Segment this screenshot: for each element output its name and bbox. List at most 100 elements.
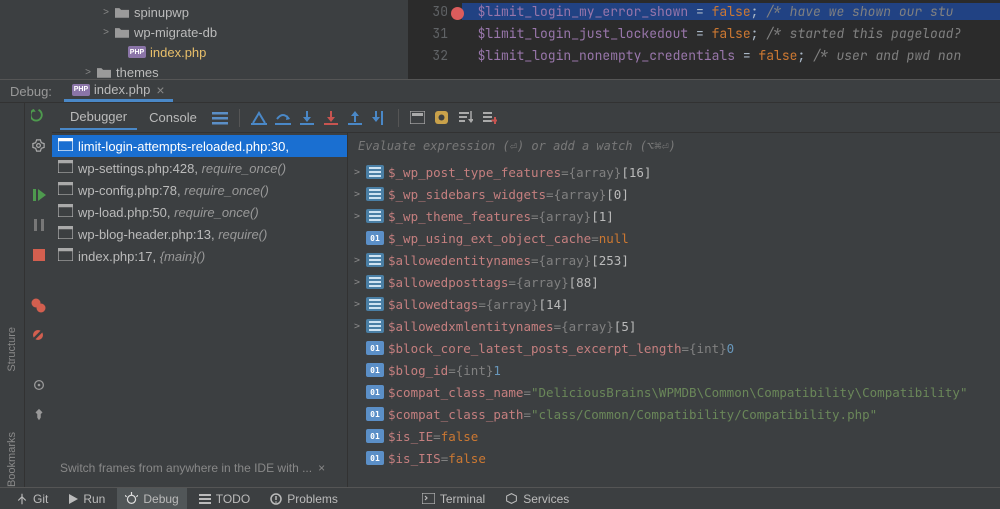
- variable-row[interactable]: >$allowedtags = {array} [14]: [348, 293, 1000, 315]
- bookmarks-tool-button[interactable]: Bookmarks: [6, 432, 18, 487]
- var-name: $compat_class_path: [388, 407, 523, 422]
- close-icon[interactable]: ×: [156, 82, 164, 98]
- evaluate-expression-icon[interactable]: [407, 107, 429, 129]
- chevron-icon[interactable]: >: [354, 321, 366, 332]
- stack-frame[interactable]: wp-config.php:78, require_once(): [52, 179, 347, 201]
- step-out-icon[interactable]: [344, 107, 366, 129]
- chevron-icon[interactable]: >: [354, 211, 366, 222]
- rerun-icon[interactable]: [31, 107, 47, 123]
- mute-breakpoints-icon[interactable]: [31, 327, 47, 343]
- debug-tool-window-header: Debug: PHP index.php ×: [0, 79, 1000, 103]
- pause-icon[interactable]: [31, 217, 47, 233]
- variables-panel[interactable]: Evaluate expression (⏎) or add a watch (…: [347, 133, 1000, 487]
- debug-label: Debug:: [10, 84, 52, 99]
- step-over-icon[interactable]: [272, 107, 294, 129]
- chevron-icon[interactable]: >: [354, 299, 366, 310]
- services-tool-button[interactable]: Services: [497, 488, 577, 509]
- stack-frame[interactable]: limit-login-attempts-reloaded.php:30,: [52, 135, 347, 157]
- frame-icon: [58, 204, 74, 220]
- terminal-tool-button[interactable]: Terminal: [414, 488, 493, 509]
- force-step-into-icon[interactable]: [320, 107, 342, 129]
- variable-row[interactable]: >$_wp_theme_features = {array} [1]: [348, 205, 1000, 227]
- code-line[interactable]: 30 $limit_login_my_error_shown = false; …: [408, 0, 1000, 22]
- code-line[interactable]: 32 $limit_login_nonempty_credentials = f…: [408, 44, 1000, 66]
- run-tool-button[interactable]: Run: [60, 488, 113, 509]
- var-value: [88]: [569, 275, 599, 290]
- step-into-icon[interactable]: [296, 107, 318, 129]
- stack-frame[interactable]: wp-blog-header.php:13, require(): [52, 223, 347, 245]
- tree-item[interactable]: >wp-migrate-db: [0, 22, 408, 42]
- add-watch-icon[interactable]: [479, 107, 501, 129]
- resume-icon[interactable]: [31, 187, 47, 203]
- tab-console[interactable]: Console: [139, 106, 207, 129]
- problems-tool-button[interactable]: Problems: [262, 488, 346, 509]
- trace-icon[interactable]: [431, 107, 453, 129]
- var-eq: =: [441, 451, 449, 466]
- show-execution-point-icon[interactable]: [248, 107, 270, 129]
- code-line[interactable]: 31 $limit_login_just_lockedout = false; …: [408, 22, 1000, 44]
- chevron-icon[interactable]: >: [354, 277, 366, 288]
- variable-row[interactable]: >$_wp_post_type_features = {array} [16]: [348, 161, 1000, 183]
- chevron-icon[interactable]: [354, 343, 366, 354]
- line-number[interactable]: 32: [408, 47, 462, 64]
- chevron-icon[interactable]: [354, 409, 366, 420]
- chevron-icon[interactable]: [354, 365, 366, 376]
- frame-icon: [58, 182, 74, 198]
- view-breakpoints-icon[interactable]: [31, 297, 47, 313]
- var-value: 1: [493, 363, 501, 378]
- variable-row[interactable]: >$allowedxmlentitynames = {array} [5]: [348, 315, 1000, 337]
- var-name: $allowedtags: [388, 297, 478, 312]
- chevron-icon[interactable]: >: [100, 27, 112, 38]
- breakpoint-icon[interactable]: [451, 7, 464, 20]
- run-to-cursor-icon[interactable]: [368, 107, 390, 129]
- variable-row[interactable]: >$allowedposttags = {array} [88]: [348, 271, 1000, 293]
- debug-tool-button[interactable]: Debug: [117, 488, 186, 509]
- variable-row[interactable]: 01$block_core_latest_posts_excerpt_lengt…: [348, 337, 1000, 359]
- variable-row[interactable]: 01$is_IE = false: [348, 425, 1000, 447]
- stack-frame[interactable]: index.php:17, {main}(): [52, 245, 347, 267]
- debug-config-tab[interactable]: PHP index.php ×: [64, 80, 173, 102]
- variable-row[interactable]: 01$is_IIS = false: [348, 447, 1000, 469]
- variable-row[interactable]: >$_wp_sidebars_widgets = {array} [0]: [348, 183, 1000, 205]
- chevron-icon[interactable]: >: [354, 255, 366, 266]
- variable-row[interactable]: 01$compat_class_name = "DeliciousBrains\…: [348, 381, 1000, 403]
- settings-icon[interactable]: [31, 137, 47, 153]
- git-tool-button[interactable]: Git: [8, 488, 56, 509]
- tab-debugger[interactable]: Debugger: [60, 105, 137, 130]
- var-name: $_wp_theme_features: [388, 209, 531, 224]
- line-number[interactable]: 31: [408, 25, 462, 42]
- watch-input[interactable]: Evaluate expression (⏎) or add a watch (…: [348, 133, 1000, 159]
- stack-frame[interactable]: wp-load.php:50, require_once(): [52, 201, 347, 223]
- chevron-icon[interactable]: [354, 233, 366, 244]
- structure-tool-button[interactable]: Structure: [6, 327, 18, 372]
- stack-frame[interactable]: wp-settings.php:428, require_once(): [52, 157, 347, 179]
- chevron-icon[interactable]: >: [100, 7, 112, 18]
- variable-row[interactable]: 01$blog_id = {int} 1: [348, 359, 1000, 381]
- scalar-badge-icon: 01: [366, 341, 384, 355]
- todo-tool-button[interactable]: TODO: [191, 488, 258, 509]
- line-number[interactable]: 30: [408, 3, 462, 20]
- pin-icon[interactable]: [31, 407, 47, 423]
- tree-item[interactable]: >themes: [0, 62, 408, 79]
- stop-icon[interactable]: [31, 247, 47, 263]
- variable-row[interactable]: >$allowedentitynames = {array} [253]: [348, 249, 1000, 271]
- chevron-icon[interactable]: >: [82, 67, 94, 78]
- close-hint-icon[interactable]: ×: [318, 461, 325, 475]
- project-tree[interactable]: >spinupwp>wp-migrate-dbPHPindex.php>them…: [0, 0, 408, 79]
- chevron-icon[interactable]: [354, 387, 366, 398]
- chevron-icon[interactable]: >: [354, 189, 366, 200]
- tree-item[interactable]: PHPindex.php: [0, 42, 408, 62]
- frame-text: wp-settings.php:428, require_once(): [78, 161, 286, 176]
- editor[interactable]: 30 $limit_login_my_error_shown = false; …: [408, 0, 1000, 79]
- chevron-icon[interactable]: >: [354, 167, 366, 178]
- tree-item[interactable]: >spinupwp: [0, 2, 408, 22]
- sort-icon[interactable]: [455, 107, 477, 129]
- variable-row[interactable]: 01$compat_class_path = "class/Common/Com…: [348, 403, 1000, 425]
- frames-panel[interactable]: limit-login-attempts-reloaded.php:30, wp-…: [52, 133, 347, 487]
- debugger-toolbar: Debugger Console: [52, 103, 1000, 133]
- chevron-icon[interactable]: [354, 431, 366, 442]
- gear-icon[interactable]: [31, 377, 47, 393]
- chevron-icon[interactable]: [354, 453, 366, 464]
- variable-row[interactable]: 01$_wp_using_ext_object_cache = null: [348, 227, 1000, 249]
- threads-icon[interactable]: [209, 107, 231, 129]
